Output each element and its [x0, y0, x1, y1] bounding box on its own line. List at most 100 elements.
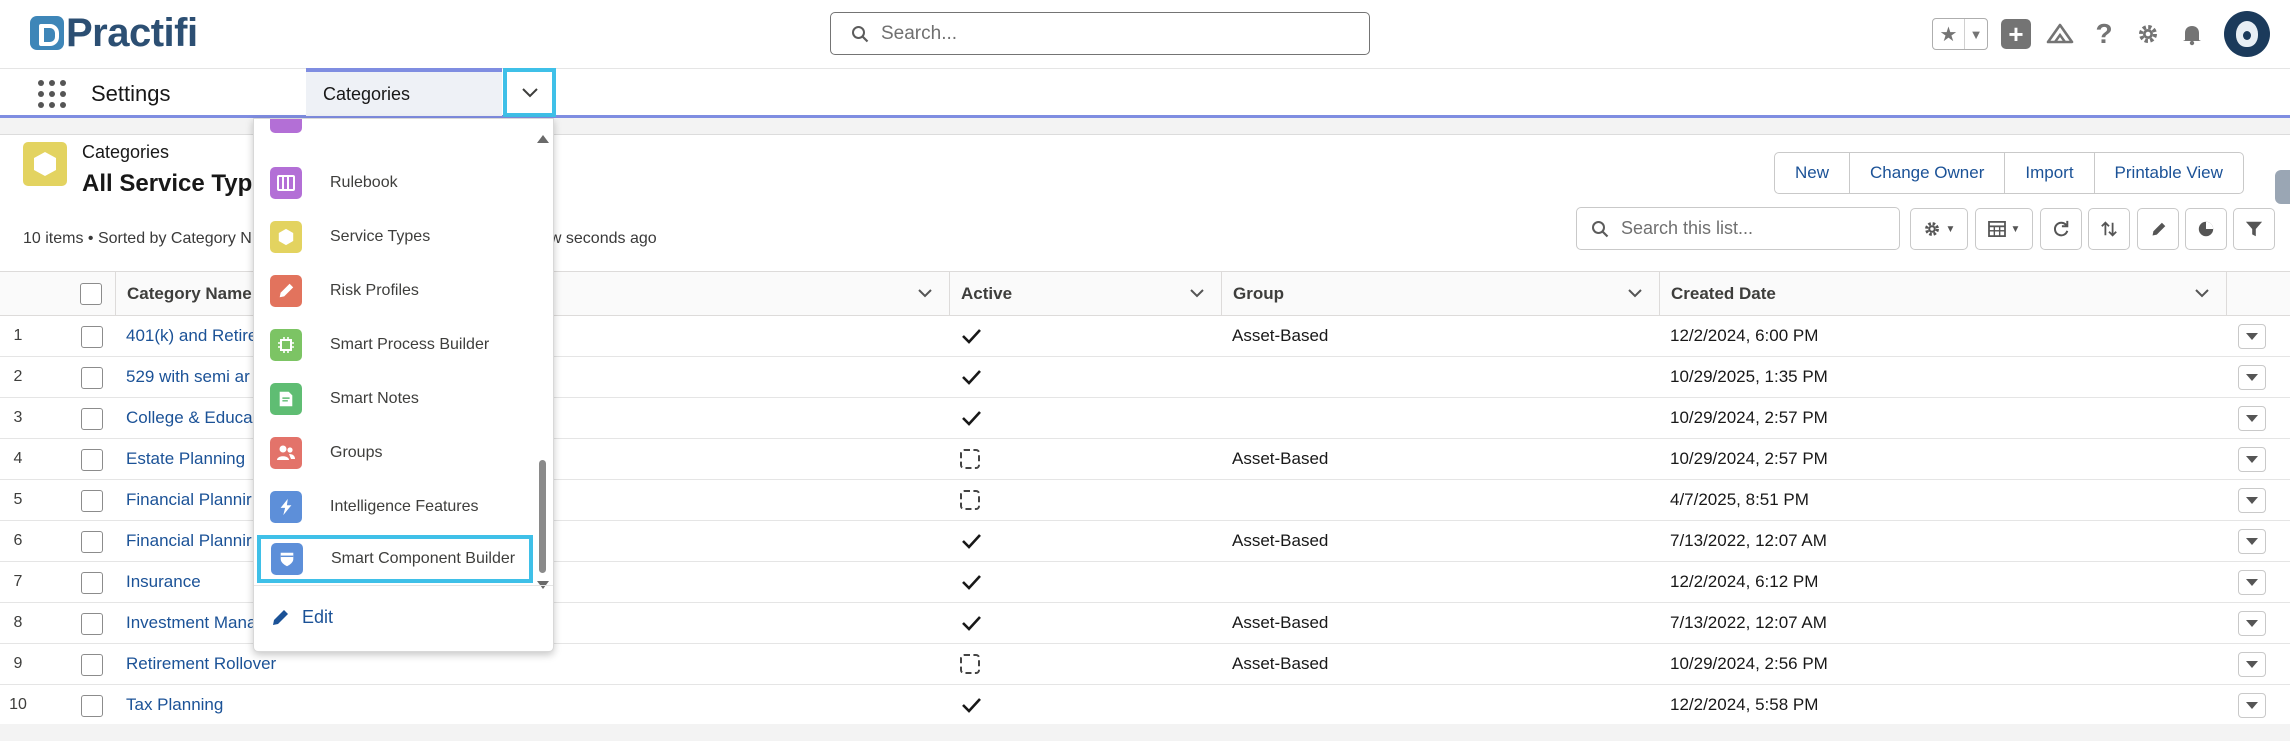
row-actions-menu-button[interactable] [2238, 324, 2266, 349]
filter-funnel-icon [2245, 221, 2263, 237]
menu-item-service-types[interactable]: Service Types [254, 213, 536, 261]
row-select-checkbox[interactable] [81, 367, 103, 389]
group-cell [1232, 562, 1532, 602]
menu-item-rulebook[interactable]: Rulebook [254, 159, 536, 207]
app-launcher-grid-icon[interactable] [38, 80, 66, 108]
menu-item-smart-notes[interactable]: Smart Notes [254, 375, 536, 423]
scrollbar-thumb[interactable] [539, 460, 546, 573]
gear-icon [1924, 222, 1939, 236]
pencil-icon [270, 275, 302, 307]
list-search-box[interactable] [1576, 207, 1900, 250]
setup-gear-icon[interactable] [2132, 18, 2164, 50]
row-actions-menu-button[interactable] [2238, 529, 2266, 554]
global-search-input[interactable] [881, 22, 1361, 45]
checkmark-icon [962, 698, 981, 713]
active-cell [960, 603, 1020, 643]
row-actions-menu-button[interactable] [2238, 365, 2266, 390]
group-cell [1232, 398, 1532, 438]
row-actions-menu-button[interactable] [2238, 488, 2266, 513]
menu-item-risk-profiles[interactable]: Risk Profiles [254, 267, 536, 315]
bell-icon [2183, 26, 2201, 46]
side-panel-toggle[interactable] [2275, 170, 2290, 204]
help-icon[interactable]: ? [2088, 18, 2120, 50]
list-view-controls-button[interactable]: ▼ [1910, 208, 1968, 250]
column-label: Category Name [127, 283, 252, 303]
people-icon [270, 437, 302, 469]
row-select-checkbox[interactable] [81, 449, 103, 471]
category-name-link[interactable]: Tax Planning [126, 685, 926, 725]
chevron-down-icon[interactable] [917, 285, 933, 301]
filter-button[interactable] [2233, 208, 2275, 250]
row-select-checkbox[interactable] [81, 613, 103, 635]
column-label: Created Date [1671, 283, 1776, 303]
checkmark-icon [962, 534, 981, 549]
column-label: Group [1233, 283, 1284, 303]
chevron-down-icon[interactable] [2194, 285, 2210, 301]
row-select-checkbox[interactable] [81, 695, 103, 717]
nav-overflow-menu-button[interactable] [503, 68, 556, 117]
plus-icon: + [2001, 19, 2031, 49]
menu-item-smart-process-builder[interactable]: Smart Process Builder [254, 321, 536, 369]
chevron-down-icon[interactable] [1189, 285, 1205, 301]
menu-item-label: Smart Process Builder [330, 336, 490, 353]
practifi-logo[interactable]: Practifi [30, 10, 198, 55]
row-number: 7 [13, 573, 23, 590]
row-actions-menu-button[interactable] [2238, 611, 2266, 636]
scroll-up-arrow-icon[interactable] [537, 135, 549, 143]
list-search-input[interactable] [1621, 218, 1891, 239]
menu-item-label: Smart Component Builder [331, 550, 516, 567]
row-select-checkbox[interactable] [81, 408, 103, 430]
menu-scrollbar[interactable] [536, 135, 549, 589]
menu-item-groups[interactable]: Groups [254, 429, 536, 477]
global-search-box[interactable] [830, 12, 1370, 55]
row-actions-menu-button[interactable] [2238, 406, 2266, 431]
row-actions-menu-button[interactable] [2238, 693, 2266, 718]
printable-view-button[interactable]: Printable View [2094, 153, 2243, 193]
edit-list-button[interactable] [2137, 208, 2179, 250]
logo-mark-icon [30, 16, 64, 50]
row-actions-menu-button[interactable] [2238, 570, 2266, 595]
row-select-checkbox[interactable] [81, 490, 103, 512]
menu-item-smart-component-builder[interactable]: Smart Component Builder [257, 535, 533, 583]
user-avatar[interactable] [2224, 11, 2270, 57]
favorites-star-icon[interactable]: ★ [1933, 19, 1965, 49]
global-actions-button[interactable]: + [2000, 18, 2032, 50]
shield-icon [271, 543, 303, 575]
column-header-active[interactable]: Active [950, 272, 1222, 315]
row-actions-menu-button[interactable] [2238, 447, 2266, 472]
trailhead-icon[interactable] [2044, 18, 2076, 50]
group-cell: Asset-Based [1232, 531, 1329, 550]
nav-tab-categories[interactable]: Categories [306, 68, 502, 116]
unchecked-box-icon [960, 490, 980, 510]
unchecked-box-icon [960, 449, 980, 469]
list-view-title[interactable]: All Service Typ [82, 170, 252, 198]
column-header-created-date[interactable]: Created Date [1660, 272, 2227, 315]
menu-edit-link[interactable]: Edit [270, 607, 333, 628]
logo-text: Practifi [66, 10, 198, 55]
row-select-checkbox[interactable] [81, 326, 103, 348]
new-button[interactable]: New [1775, 153, 1851, 193]
select-all-checkbox[interactable] [80, 282, 102, 305]
unchecked-box-icon [960, 654, 980, 674]
change-owner-button[interactable]: Change Owner [1850, 153, 2006, 193]
sort-button[interactable] [2088, 208, 2130, 250]
charts-button[interactable] [2185, 208, 2227, 250]
menu-item-intelligence-features[interactable]: Intelligence Features [254, 483, 536, 531]
row-actions-menu-button[interactable] [2238, 652, 2266, 677]
notifications-bell-icon[interactable] [2176, 18, 2208, 50]
column-header-group[interactable]: Group [1222, 272, 1660, 315]
row-select-checkbox[interactable] [81, 654, 103, 676]
created-date-cell: 10/29/2025, 1:35 PM [1670, 367, 1828, 386]
app-name: Settings [91, 81, 171, 106]
chevron-down-icon: ▼ [1945, 223, 1956, 235]
import-button[interactable]: Import [2005, 153, 2095, 193]
active-cell [960, 439, 1020, 479]
refresh-icon [2053, 220, 2069, 237]
display-as-button[interactable]: ▼ [1975, 208, 2033, 250]
row-select-checkbox[interactable] [81, 531, 103, 553]
created-date-cell: 10/29/2024, 2:57 PM [1670, 449, 1828, 468]
chevron-down-icon[interactable] [1627, 285, 1643, 301]
favorites-list-chevron-icon[interactable]: ▼ [1965, 19, 1987, 49]
row-select-checkbox[interactable] [81, 572, 103, 594]
refresh-button[interactable] [2040, 208, 2082, 250]
